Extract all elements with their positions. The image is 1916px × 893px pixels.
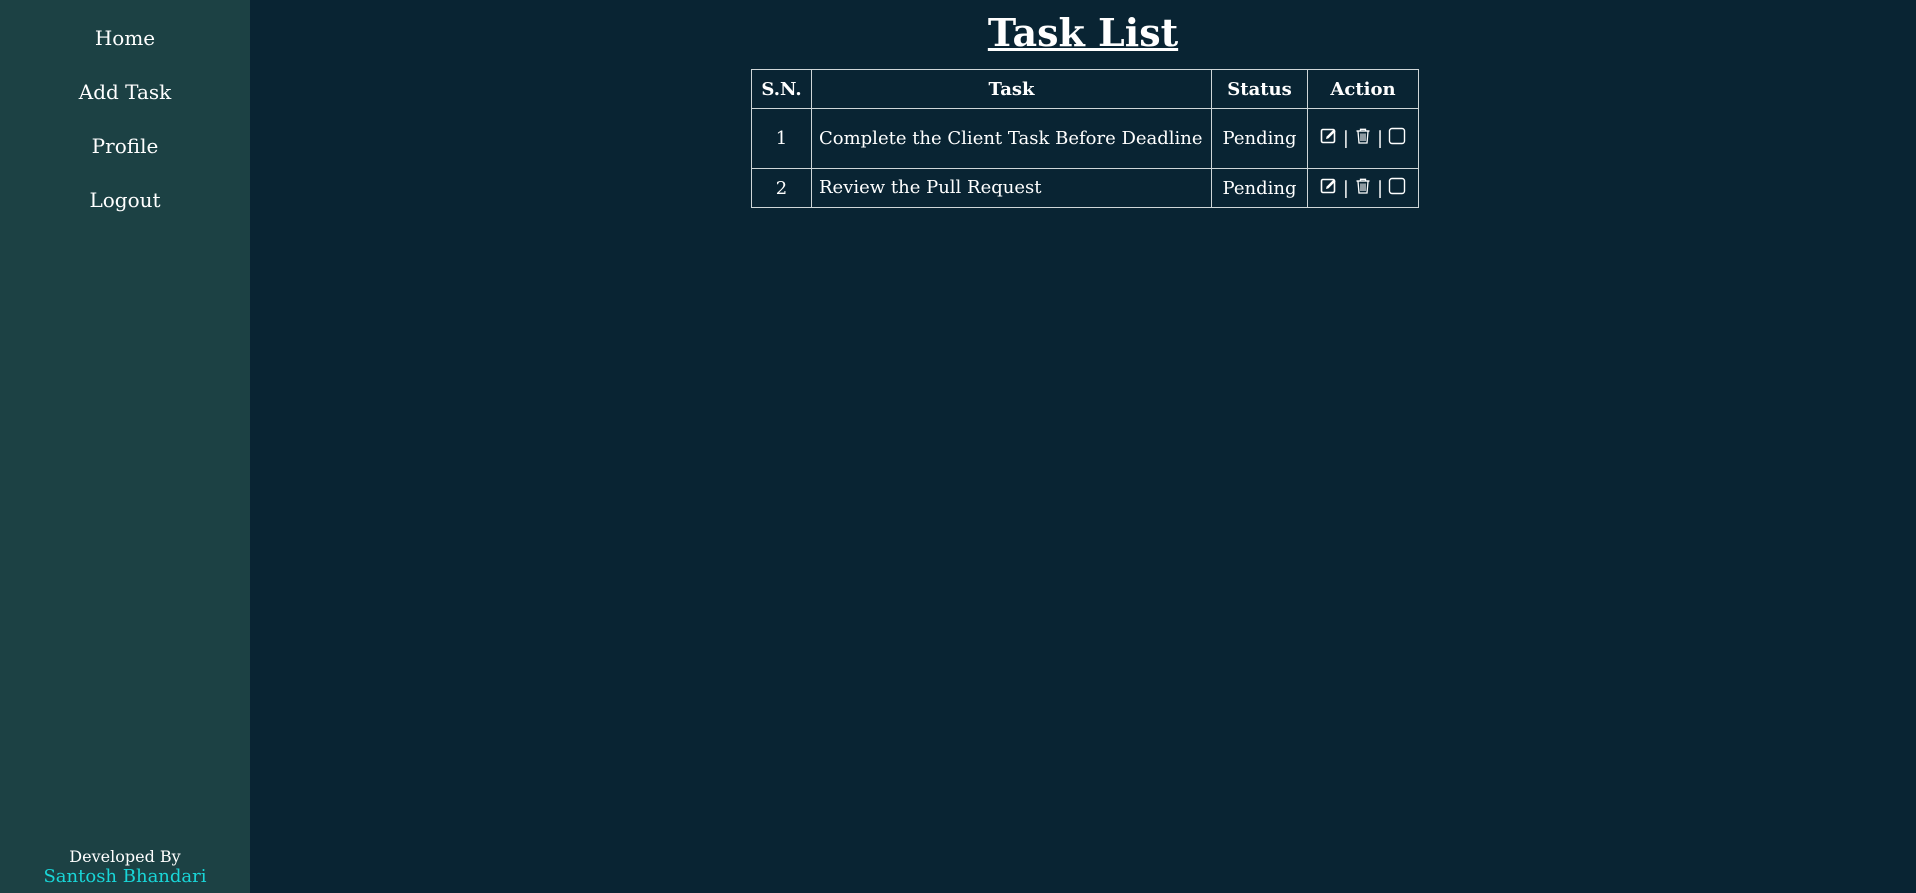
nav-item-home: Home <box>0 0 250 82</box>
table-header-row: S.N. Task Status Action <box>751 69 1419 109</box>
nav-link-profile[interactable]: Profile <box>92 136 159 156</box>
action-separator: | <box>1342 128 1349 149</box>
main-content: Task List S.N. Task Status Action 1 Comp… <box>250 0 1916 893</box>
action-separator: | <box>1342 177 1349 199</box>
header-sn: S.N. <box>751 69 812 109</box>
action-separator: | <box>1377 177 1384 199</box>
cell-status: Pending <box>1211 108 1309 169</box>
trash-icon[interactable] <box>1354 177 1372 200</box>
cell-sn: 1 <box>751 108 812 169</box>
developed-by-label: Developed By <box>69 847 181 867</box>
author-name: Santosh Bhandari <box>43 866 207 888</box>
page-title: Task List <box>987 10 1179 55</box>
header-status: Status <box>1211 69 1309 109</box>
nav-item-add-task: Add Task <box>0 82 250 136</box>
cell-task: Complete the Client Task Before Deadline <box>810 108 1213 169</box>
nav-link-logout[interactable]: Logout <box>89 190 160 210</box>
task-table: S.N. Task Status Action 1 Complete the C… <box>751 69 1419 208</box>
checkbox-icon[interactable] <box>1388 177 1406 200</box>
trash-icon[interactable] <box>1354 127 1372 150</box>
action-separator: | <box>1377 128 1384 149</box>
nav-link-home[interactable]: Home <box>95 28 155 48</box>
header-action: Action <box>1307 69 1419 109</box>
table-row: 1 Complete the Client Task Before Deadli… <box>751 108 1419 169</box>
cell-task: Review the Pull Request <box>810 168 1213 208</box>
nav-link-add-task[interactable]: Add Task <box>79 82 172 102</box>
nav-item-logout: Logout <box>0 190 250 244</box>
cell-action: | | <box>1307 108 1419 169</box>
edit-icon[interactable] <box>1320 127 1338 150</box>
sidebar-nav: Home Add Task Profile Logout <box>0 0 250 244</box>
cell-status: Pending <box>1211 168 1309 208</box>
table-row: 2 Review the Pull Request Pending | | <box>751 168 1419 208</box>
sidebar: Home Add Task Profile Logout Developed B… <box>0 0 250 893</box>
edit-icon[interactable] <box>1320 177 1338 200</box>
nav-item-profile: Profile <box>0 136 250 190</box>
cell-sn: 2 <box>751 168 812 208</box>
checkbox-icon[interactable] <box>1388 127 1406 150</box>
header-task: Task <box>810 69 1213 109</box>
cell-action: | | <box>1307 168 1419 208</box>
sidebar-footer: Developed By Santosh Bhandari <box>0 847 250 888</box>
